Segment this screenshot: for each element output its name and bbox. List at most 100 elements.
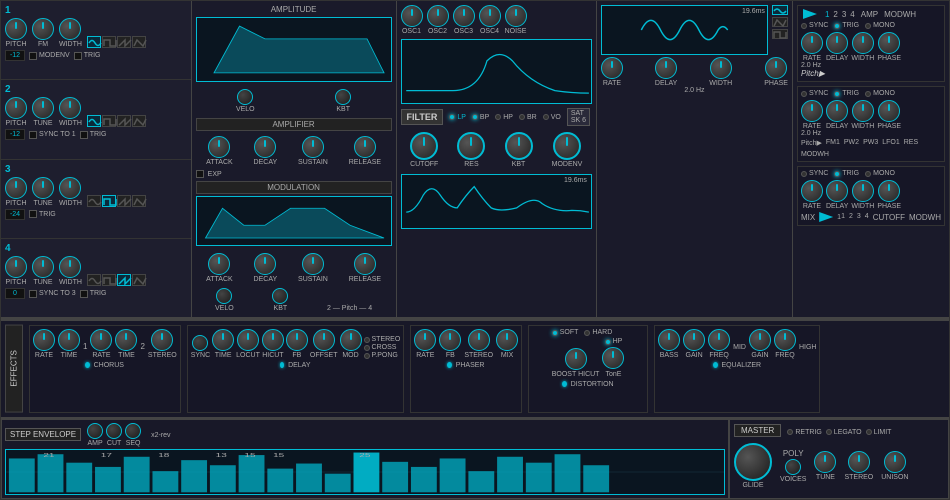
lfo3ch-phase-knob[interactable] — [878, 180, 900, 202]
lfo2ch-delay-knob[interactable] — [826, 100, 848, 122]
delay-cross-opt[interactable]: CROSS — [364, 344, 401, 351]
lfo1-delay-knob[interactable] — [655, 57, 677, 79]
mod-decay-knob[interactable] — [254, 253, 276, 275]
dist-tone-knob[interactable] — [602, 347, 624, 369]
lfo2ch-tab-pw2[interactable]: PW2 — [844, 139, 859, 147]
mod-velo-knob[interactable] — [216, 288, 232, 304]
master-retrig-toggle[interactable]: RETRIG — [787, 429, 821, 436]
lfo2ch-phase-knob[interactable] — [878, 100, 900, 122]
osc3-wave-saw[interactable] — [117, 195, 131, 207]
phaser-mix-knob[interactable] — [496, 329, 518, 351]
lfo2ch-tab-res[interactable]: RES — [904, 139, 918, 147]
amp-decay-knob[interactable] — [254, 136, 276, 158]
chorus-time2-knob[interactable] — [115, 329, 137, 351]
filter-kbt-knob[interactable] — [505, 132, 533, 160]
chorus-rate2-knob[interactable] — [90, 329, 112, 351]
lfo2ch-tab-lfo1[interactable]: LFO1 — [882, 139, 900, 147]
lfo1-phase-knob[interactable] — [765, 57, 787, 79]
lfo1-mono-btn[interactable]: MONO — [865, 22, 895, 29]
master-tune-knob[interactable] — [814, 451, 836, 473]
osc2-tune-knob[interactable] — [32, 97, 54, 119]
phaser-stereo-knob[interactable] — [468, 329, 490, 351]
lfo1-wave-sin[interactable] — [772, 5, 788, 15]
delay-offset-knob[interactable] — [313, 329, 335, 351]
filter-br-btn[interactable]: BR — [519, 114, 537, 121]
chorus-rate1-knob[interactable] — [33, 329, 55, 351]
osc2-pitch-knob[interactable] — [5, 97, 27, 119]
lfo3-trig-btn[interactable]: TRIG — [834, 170, 859, 177]
osc3-width-knob[interactable] — [59, 177, 81, 199]
lfo3-sync-btn[interactable]: SYNC — [801, 170, 828, 177]
lfo1-sync-btn[interactable]: SYNC — [801, 22, 828, 29]
lfo2ch-tab-pw3[interactable]: PW3 — [863, 139, 878, 147]
osc2-sync-cb[interactable]: SYNC TO 1 — [29, 131, 76, 139]
eq-high-freq-knob[interactable] — [774, 329, 796, 351]
osc1-wave-sin[interactable] — [87, 36, 101, 48]
noise-mix-knob[interactable] — [505, 5, 527, 27]
lfo2-trig-btn[interactable]: TRIG — [834, 90, 859, 97]
cutoff-knob[interactable] — [410, 132, 438, 160]
lfo2ch-width-knob[interactable] — [852, 100, 874, 122]
eq-mid-freq-knob[interactable] — [708, 329, 730, 351]
phaser-fb-knob[interactable] — [439, 329, 461, 351]
lfo3-play-btn[interactable] — [819, 212, 833, 222]
lfo2ch-tab-modwh[interactable]: MODWH — [801, 151, 829, 158]
delay-mod-knob[interactable] — [340, 329, 362, 351]
lfo3ch-rate-knob[interactable] — [801, 180, 823, 202]
filter-hp-btn[interactable]: HP — [495, 114, 513, 121]
osc1-wave-sq[interactable] — [102, 36, 116, 48]
lfo3-tab-3[interactable]: 3 — [857, 213, 861, 222]
glide-knob[interactable] — [734, 443, 772, 481]
lfo3-mono-btn[interactable]: MONO — [865, 170, 895, 177]
osc3-wave-sin[interactable] — [87, 195, 101, 207]
osc4-sync-cb[interactable]: SYNC TO 3 — [29, 290, 76, 298]
osc3-pitch-knob[interactable] — [5, 177, 27, 199]
dist-hp-toggle[interactable]: HP — [605, 338, 623, 345]
master-legato-toggle[interactable]: LEGATO — [826, 429, 862, 436]
filter-lp-btn[interactable]: LP — [449, 114, 466, 121]
lfo1-wave-tri[interactable] — [772, 17, 788, 27]
osc1-mix-knob[interactable] — [401, 5, 423, 27]
step-amp-knob[interactable] — [87, 423, 103, 439]
lfo3-tab-4[interactable]: 4 — [865, 213, 869, 222]
osc4-wave-saw[interactable] — [117, 274, 131, 286]
amp-kbt-knob[interactable] — [335, 89, 351, 105]
osc3-wave-tri[interactable] — [132, 195, 146, 207]
osc4-trig-cb[interactable]: TRIG — [80, 290, 107, 298]
step-seq-knob[interactable] — [125, 423, 141, 439]
osc2-trig-cb[interactable]: TRIG — [80, 131, 107, 139]
osc3-tune-knob[interactable] — [32, 177, 54, 199]
filter-vo-btn[interactable]: VO — [543, 114, 561, 121]
master-unison-knob[interactable] — [884, 451, 906, 473]
delay-time-knob[interactable] — [212, 329, 234, 351]
osc4-mix-knob[interactable] — [479, 5, 501, 27]
eq-high-gain-knob[interactable] — [749, 329, 771, 351]
osc3-mix-knob[interactable] — [453, 5, 475, 27]
osc2-mix-knob[interactable] — [427, 5, 449, 27]
mod-release-knob[interactable] — [354, 253, 376, 275]
lfo2-mono-btn[interactable]: MONO — [865, 90, 895, 97]
osc1-wave-saw[interactable] — [117, 36, 131, 48]
exp-checkbox[interactable] — [196, 170, 204, 178]
osc4-width-knob[interactable] — [59, 256, 81, 278]
lfo1-tab-4[interactable]: 4 — [850, 10, 854, 19]
osc2-width-knob[interactable] — [59, 97, 81, 119]
lfo2ch-rate-knob[interactable] — [801, 100, 823, 122]
delay-hicut-knob[interactable] — [262, 329, 284, 351]
lfo2ch-tab-fm1[interactable]: FM1 — [826, 139, 840, 147]
mod-kbt-knob[interactable] — [272, 288, 288, 304]
osc3-trig-cb[interactable]: TRIG — [29, 210, 56, 218]
filter-modenv-knob[interactable] — [553, 132, 581, 160]
chorus-stereo-knob[interactable] — [151, 329, 173, 351]
dist-hard-toggle[interactable]: HARD — [584, 329, 612, 336]
osc4-wave-tri[interactable] — [132, 274, 146, 286]
osc1-fm-knob[interactable] — [32, 18, 54, 40]
lfo3-tab-2[interactable]: 2 — [849, 213, 853, 222]
osc2-wave-saw[interactable] — [117, 115, 131, 127]
lfo1ch-phase-knob[interactable] — [878, 32, 900, 54]
res-knob[interactable] — [457, 132, 485, 160]
lfo1-tab-1[interactable]: 1 — [825, 10, 829, 19]
eq-bass-knob[interactable] — [658, 329, 680, 351]
lfo1-width-knob[interactable] — [710, 57, 732, 79]
mod-attack-knob[interactable] — [208, 253, 230, 275]
